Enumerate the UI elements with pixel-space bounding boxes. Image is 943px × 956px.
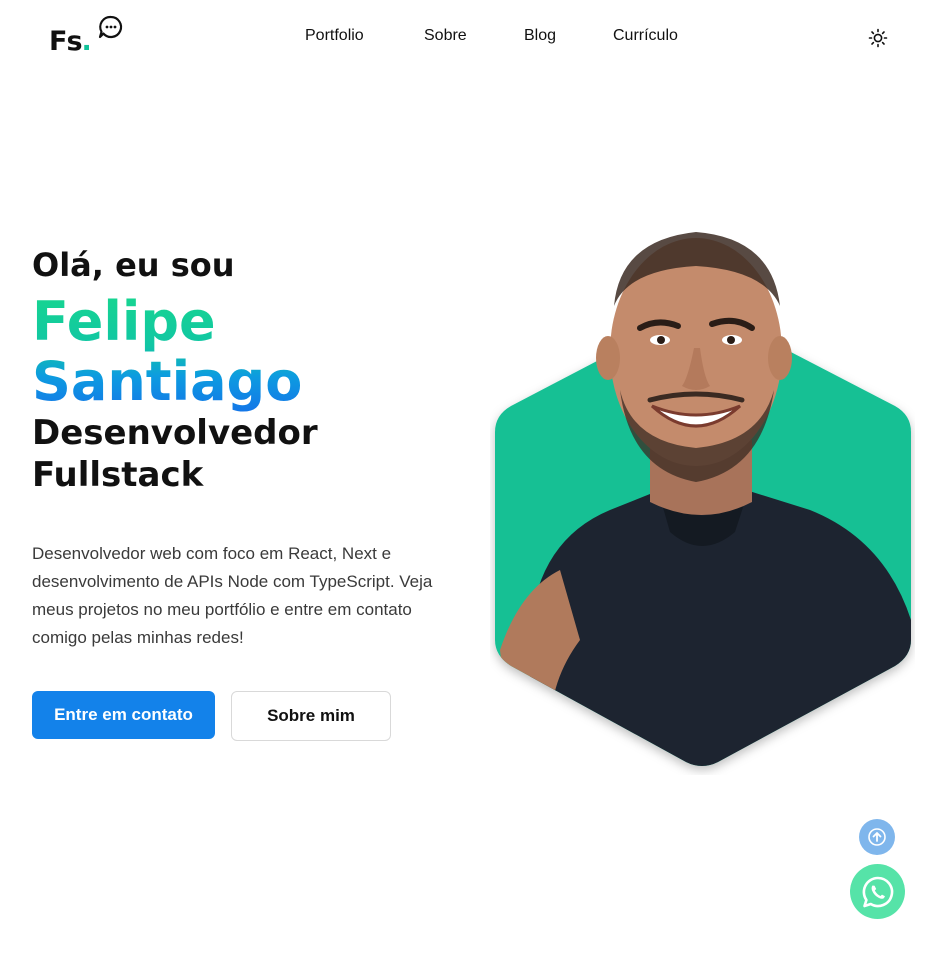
role-line-2: Fullstack [32, 455, 204, 495]
hero-role: Desenvolvedor Fullstack [32, 412, 318, 496]
arrow-up-icon [868, 828, 886, 846]
last-name: Santiago [32, 350, 303, 413]
scroll-to-top-button[interactable] [859, 819, 895, 855]
site-header: Fs. Portfolio Sobre Blog Currículo [0, 0, 943, 76]
role-line-1: Desenvolvedor [32, 413, 318, 453]
hero-description: Desenvolvedor web com foco em React, Nex… [32, 544, 433, 647]
nav-portfolio[interactable]: Portfolio [305, 27, 364, 45]
whatsapp-button[interactable] [850, 864, 905, 919]
whatsapp-icon [862, 876, 893, 907]
hero-name: Felipe Santiago [32, 292, 302, 412]
profile-portrait [495, 232, 911, 766]
sun-icon[interactable] [868, 28, 888, 48]
first-name: Felipe [32, 290, 216, 353]
greeting: Olá, eu sou [32, 246, 235, 284]
main-nav: Portfolio Sobre Blog Currículo [0, 27, 943, 49]
nav-curriculo[interactable]: Currículo [613, 27, 678, 45]
contact-button[interactable]: Entre em contato [32, 691, 215, 739]
about-button[interactable]: Sobre mim [231, 691, 391, 741]
nav-sobre[interactable]: Sobre [424, 27, 467, 45]
nav-blog[interactable]: Blog [524, 27, 556, 45]
